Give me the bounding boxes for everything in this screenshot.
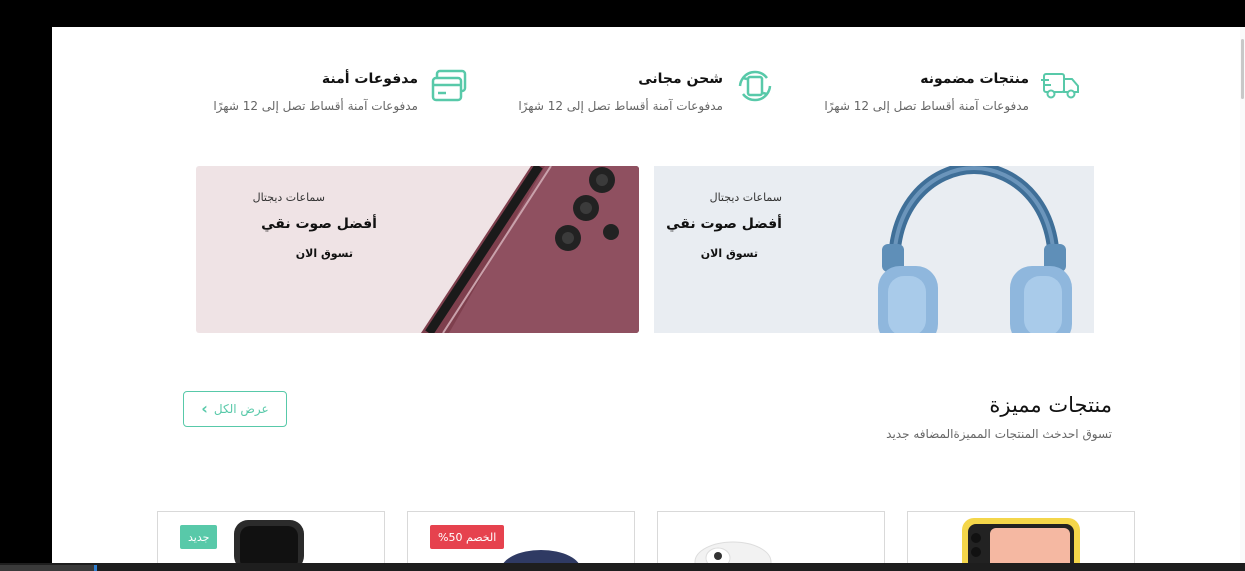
banner-category: سماعات ديجتال bbox=[709, 191, 782, 204]
section-subtitle: تسوق احدخث المنتجات المميزةالمضافه جديد bbox=[886, 427, 1112, 441]
view-all-label: عرض الكل bbox=[213, 402, 269, 416]
feature-guaranteed-products: منتجات مضمونه مدفوعات آمنة أقساط تصل إلى… bbox=[821, 68, 1081, 128]
truck-icon bbox=[1041, 68, 1081, 104]
feature-free-shipping: شحن مجانى مدفوعات آمنة أقساط تصل إلى 12 … bbox=[515, 68, 775, 128]
taskbar-accent bbox=[94, 565, 97, 571]
earbuds-image bbox=[694, 541, 772, 563]
banner-heading: أفضل صوت نقي bbox=[666, 216, 782, 232]
vertical-scrollbar[interactable] bbox=[1240, 27, 1245, 563]
refresh-icon bbox=[735, 68, 775, 104]
product-card[interactable] bbox=[907, 511, 1135, 563]
credit-card-icon bbox=[430, 68, 470, 104]
banner-category: سماعات ديجتال bbox=[252, 191, 325, 204]
feature-desc: مدفوعات آمنة أقساط تصل إلى 12 شهرًا bbox=[518, 99, 723, 113]
product-card[interactable] bbox=[657, 511, 885, 563]
feature-secure-payments: مدفوعات أمنة مدفوعات آمنة أقساط تصل إلى … bbox=[210, 68, 470, 128]
smartphone-image bbox=[421, 166, 639, 333]
feature-desc: مدفوعات آمنة أقساط تصل إلى 12 شهرًا bbox=[824, 99, 1029, 113]
scrollbar-thumb[interactable] bbox=[1241, 39, 1244, 99]
feature-title: منتجات مضمونه bbox=[920, 71, 1029, 87]
banner-heading: أفضل صوت نقي bbox=[261, 216, 377, 232]
feature-title: مدفوعات أمنة bbox=[321, 71, 418, 87]
banner-smartphone[interactable]: سماعات ديجتال أفضل صوت نقي تسوق الان bbox=[196, 166, 639, 333]
page-content: منتجات مضمونه مدفوعات آمنة أقساط تصل إلى… bbox=[52, 27, 1240, 563]
taskbar bbox=[0, 563, 1245, 571]
shop-now-link[interactable]: تسوق الان bbox=[701, 247, 758, 260]
headphones-navy-image bbox=[503, 550, 579, 563]
headphones-image bbox=[878, 166, 1072, 333]
product-card[interactable]: جديد bbox=[157, 511, 385, 563]
view-all-button[interactable]: ‹ عرض الكل bbox=[183, 391, 287, 427]
phone-yellow-image bbox=[962, 518, 1080, 563]
feature-desc: مدفوعات آمنة أقساط تصل إلى 12 شهرًا bbox=[213, 99, 418, 113]
smartwatch-image bbox=[234, 520, 304, 563]
feature-title: شحن مجانى bbox=[638, 71, 723, 87]
taskbar-item[interactable] bbox=[0, 565, 94, 571]
section-title: منتجات مميزة bbox=[989, 393, 1112, 417]
sale-badge: الخصم 50% bbox=[430, 525, 505, 549]
new-badge: جديد bbox=[180, 525, 218, 549]
banner-headphones[interactable]: سماعات ديجتال أفضل صوت نقي تسوق الان bbox=[654, 166, 1094, 333]
product-card[interactable]: الخصم 50% bbox=[407, 511, 635, 563]
shop-now-link[interactable]: تسوق الان bbox=[296, 247, 353, 260]
chevron-left-icon: ‹ bbox=[201, 399, 208, 418]
